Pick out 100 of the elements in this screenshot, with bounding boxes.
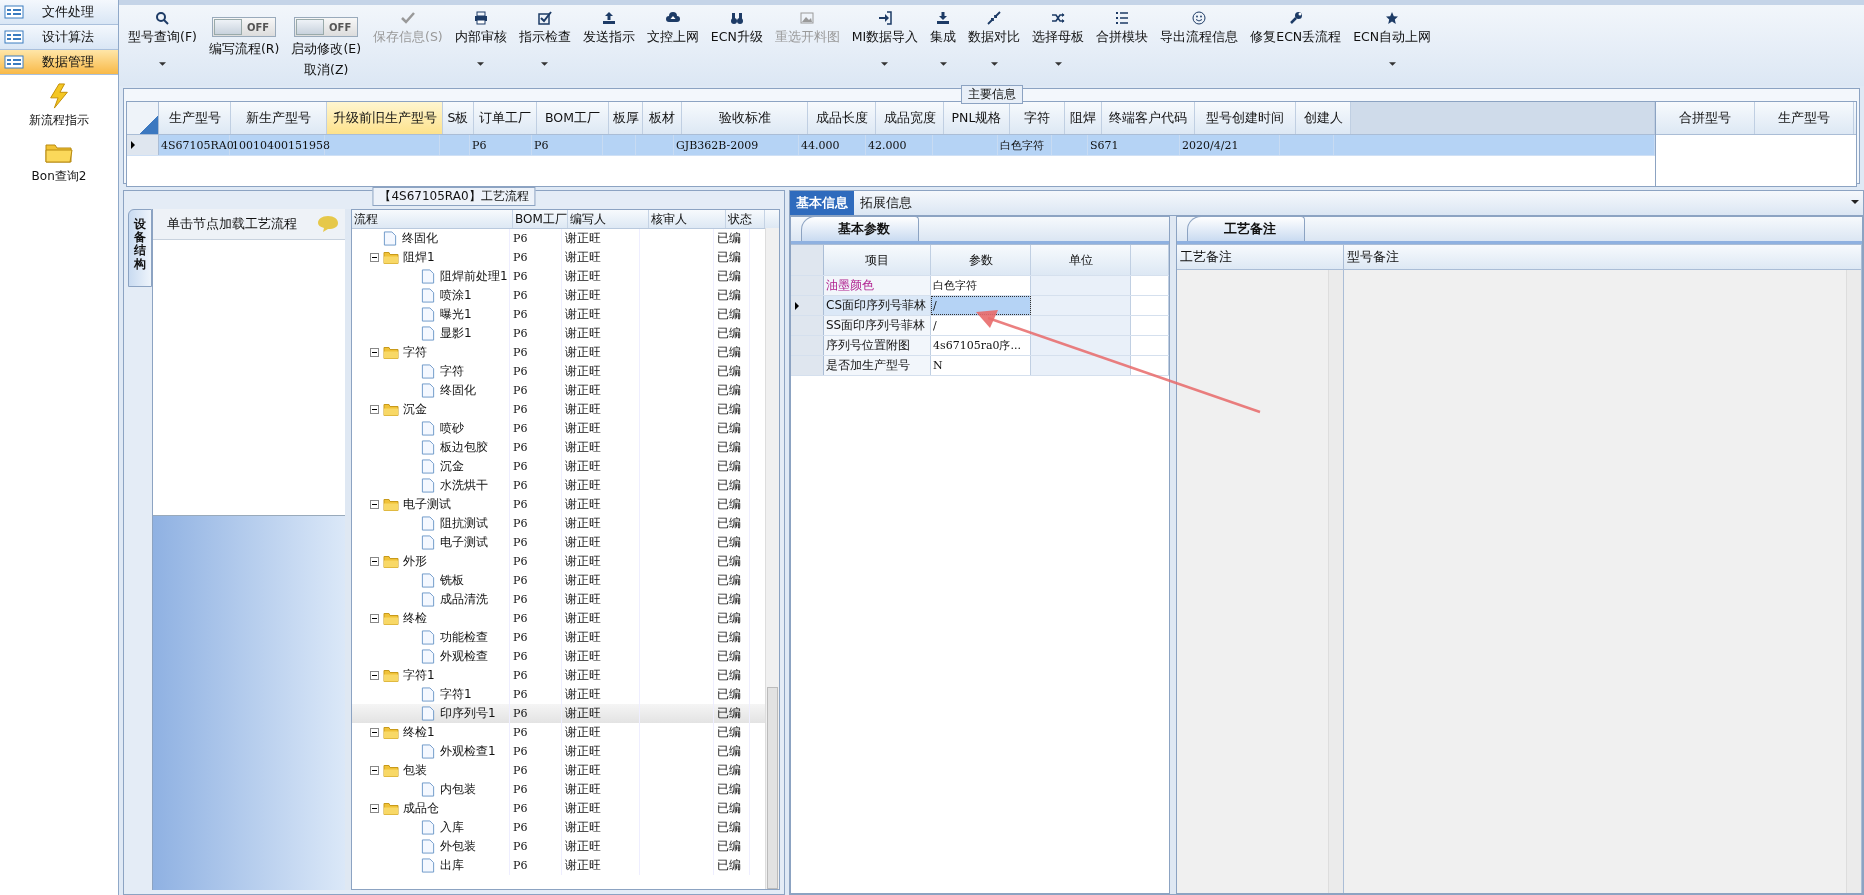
tree-row[interactable]: 字符 P6 谢正旺 已编 <box>352 343 765 362</box>
collapse-toggle-icon[interactable] <box>370 500 379 509</box>
shortcut-item[interactable]: 新流程指示 <box>29 83 89 129</box>
tree-row[interactable]: 阻抗测试 P6 谢正旺 已编 <box>352 514 765 533</box>
tab[interactable]: 基本参数 <box>801 216 919 241</box>
collapse-toggle-icon[interactable] <box>370 253 379 262</box>
column-header[interactable]: 订单工厂 <box>474 102 537 134</box>
toolbar-button[interactable]: 型号查询(F) <box>123 11 202 81</box>
tree-row[interactable]: 成品清洗 P6 谢正旺 已编 <box>352 590 765 609</box>
cancel-button[interactable]: 取消(Z) <box>304 62 349 79</box>
collapse-toggle-icon[interactable] <box>370 671 379 680</box>
toolbar-button[interactable]: ECN升级 <box>705 11 768 81</box>
tree-row[interactable]: 内包装 P6 谢正旺 已编 <box>352 780 765 799</box>
column-header[interactable]: 生产型号 <box>159 102 231 134</box>
toolbar-button[interactable]: 导出流程信息 <box>1155 11 1244 81</box>
tree-row[interactable]: 阻焊前处理1 P6 谢正旺 已编 <box>352 267 765 286</box>
tree-row[interactable]: 外包装 P6 谢正旺 已编 <box>352 837 765 856</box>
column-header[interactable]: 型号创建时间 <box>1195 102 1296 134</box>
column-header[interactable]: 成品宽度 <box>876 102 944 134</box>
column-header[interactable]: 编写人 <box>568 210 649 228</box>
scrollbar[interactable] <box>1846 270 1861 893</box>
column-header[interactable]: PNL规格 <box>944 102 1010 134</box>
column-header[interactable]: 阻焊 <box>1065 102 1102 134</box>
column-header[interactable]: 状态 <box>726 210 765 228</box>
toolbar-button[interactable]: 指示检查 <box>513 11 576 81</box>
column-header[interactable]: 板材 <box>643 102 682 134</box>
row-header[interactable] <box>791 296 824 315</box>
collapse-toggle-icon[interactable] <box>370 614 379 623</box>
tree-row[interactable]: 终固化 P6 谢正旺 已编 <box>352 229 765 248</box>
toggle-switch[interactable]: OFF <box>212 17 277 37</box>
toolbar-button[interactable]: 修复ECN丢流程 <box>1245 11 1347 81</box>
tree-row[interactable]: 包装 P6 谢正旺 已编 <box>352 761 765 780</box>
shortcut-item[interactable]: Bon查询2 <box>31 139 87 185</box>
tree-row[interactable]: 板边包胶 P6 谢正旺 已编 <box>352 438 765 457</box>
toolbar-button[interactable]: 集成 <box>925 11 962 81</box>
sidebar-item[interactable]: 数据管理 <box>0 50 118 75</box>
toolbar-button[interactable]: 内部审核 <box>449 11 512 81</box>
tab[interactable]: 基本信息 <box>790 191 854 215</box>
tree-row[interactable]: 终固化 P6 谢正旺 已编 <box>352 381 765 400</box>
tree-row[interactable]: 外形 P6 谢正旺 已编 <box>352 552 765 571</box>
column-header[interactable]: 工艺备注 <box>1177 245 1343 270</box>
tree-row[interactable]: 字符1 P6 谢正旺 已编 <box>352 666 765 685</box>
tree-row[interactable]: 出库 P6 谢正旺 已编 <box>352 856 765 875</box>
column-header[interactable]: 成品长度 <box>808 102 876 134</box>
tree-row[interactable]: 阻焊1 P6 谢正旺 已编 <box>352 248 765 267</box>
toolbar-button[interactable]: MI数据导入 <box>846 11 924 81</box>
table-cell[interactable]: / <box>931 296 1031 315</box>
tree-row[interactable]: 喷涂1 P6 谢正旺 已编 <box>352 286 765 305</box>
tree-row[interactable]: 入库 P6 谢正旺 已编 <box>352 818 765 837</box>
tree-row[interactable]: 铣板 P6 谢正旺 已编 <box>352 571 765 590</box>
dropdown-icon[interactable] <box>1851 200 1859 204</box>
column-header[interactable]: 流程 <box>352 210 513 228</box>
tree-row[interactable]: 电子测试 P6 谢正旺 已编 <box>352 495 765 514</box>
collapse-toggle-icon[interactable] <box>370 557 379 566</box>
column-header[interactable]: 参数 <box>931 245 1031 275</box>
column-header[interactable]: 生产型号 <box>1755 102 1854 134</box>
column-header[interactable]: S板 <box>443 102 474 134</box>
tree-row[interactable]: 印序列号1 P6 谢正旺 已编 <box>352 704 765 723</box>
tree-row[interactable]: 功能检查 P6 谢正旺 已编 <box>352 628 765 647</box>
column-header[interactable]: 单位 <box>1031 245 1131 275</box>
toolbar-button[interactable]: 选择母板 <box>1027 11 1090 81</box>
tree-row[interactable]: 沉金 P6 谢正旺 已编 <box>352 400 765 419</box>
toolbar-button[interactable]: 文控上网 <box>641 11 704 81</box>
collapse-toggle-icon[interactable] <box>370 766 379 775</box>
vertical-tab[interactable]: 设备结构 <box>128 209 152 287</box>
column-header[interactable]: 合拼型号 <box>1656 102 1755 134</box>
column-header[interactable]: 升级前旧生产型号 <box>327 102 443 134</box>
column-header[interactable]: 验收标准 <box>682 102 808 134</box>
scrollbar[interactable] <box>765 228 779 889</box>
tab[interactable]: 工艺备注 <box>1187 216 1305 241</box>
collapse-toggle-icon[interactable] <box>370 804 379 813</box>
tree-row[interactable]: 成品仓 P6 谢正旺 已编 <box>352 799 765 818</box>
tree-row[interactable]: 水洗烘干 P6 谢正旺 已编 <box>352 476 765 495</box>
tree-row[interactable]: 终检1 P6 谢正旺 已编 <box>352 723 765 742</box>
row-header[interactable] <box>127 135 159 155</box>
tree-row[interactable]: 显影1 P6 谢正旺 已编 <box>352 324 765 343</box>
tree-row[interactable]: 喷砂 P6 谢正旺 已编 <box>352 419 765 438</box>
collapse-toggle-icon[interactable] <box>370 348 379 357</box>
toolbar-button[interactable]: 数据对比 <box>963 11 1026 81</box>
toggle-switch[interactable]: OFF <box>294 17 359 37</box>
tree-row[interactable]: 外观检查 P6 谢正旺 已编 <box>352 647 765 666</box>
sidebar-item[interactable]: 设计算法 <box>0 25 118 50</box>
column-header[interactable]: 型号备注 <box>1344 245 1861 270</box>
column-header[interactable]: 项目 <box>824 245 931 275</box>
column-header[interactable]: BOM工厂 <box>537 102 609 134</box>
column-header[interactable]: 字符 <box>1010 102 1065 134</box>
toolbar-button[interactable]: ECN自动上网 <box>1348 11 1437 81</box>
column-header[interactable]: 终端客户代码 <box>1102 102 1195 134</box>
column-header[interactable]: 板厚 <box>609 102 643 134</box>
tree-row[interactable]: 字符 P6 谢正旺 已编 <box>352 362 765 381</box>
scrollbar[interactable] <box>1328 270 1343 893</box>
toolbar-button[interactable]: 合拼模块 <box>1091 11 1154 81</box>
column-header[interactable]: 核审人 <box>649 210 726 228</box>
tab[interactable]: 拓展信息 <box>854 191 918 215</box>
tree-row[interactable]: 外观检查1 P6 谢正旺 已编 <box>352 742 765 761</box>
toolbar-button[interactable]: 发送指示 <box>577 11 640 81</box>
collapse-toggle-icon[interactable] <box>370 405 379 414</box>
tree-row[interactable]: 曝光1 P6 谢正旺 已编 <box>352 305 765 324</box>
tree-row[interactable]: 电子测试 P6 谢正旺 已编 <box>352 533 765 552</box>
column-header[interactable]: BOM工厂 <box>513 210 568 228</box>
